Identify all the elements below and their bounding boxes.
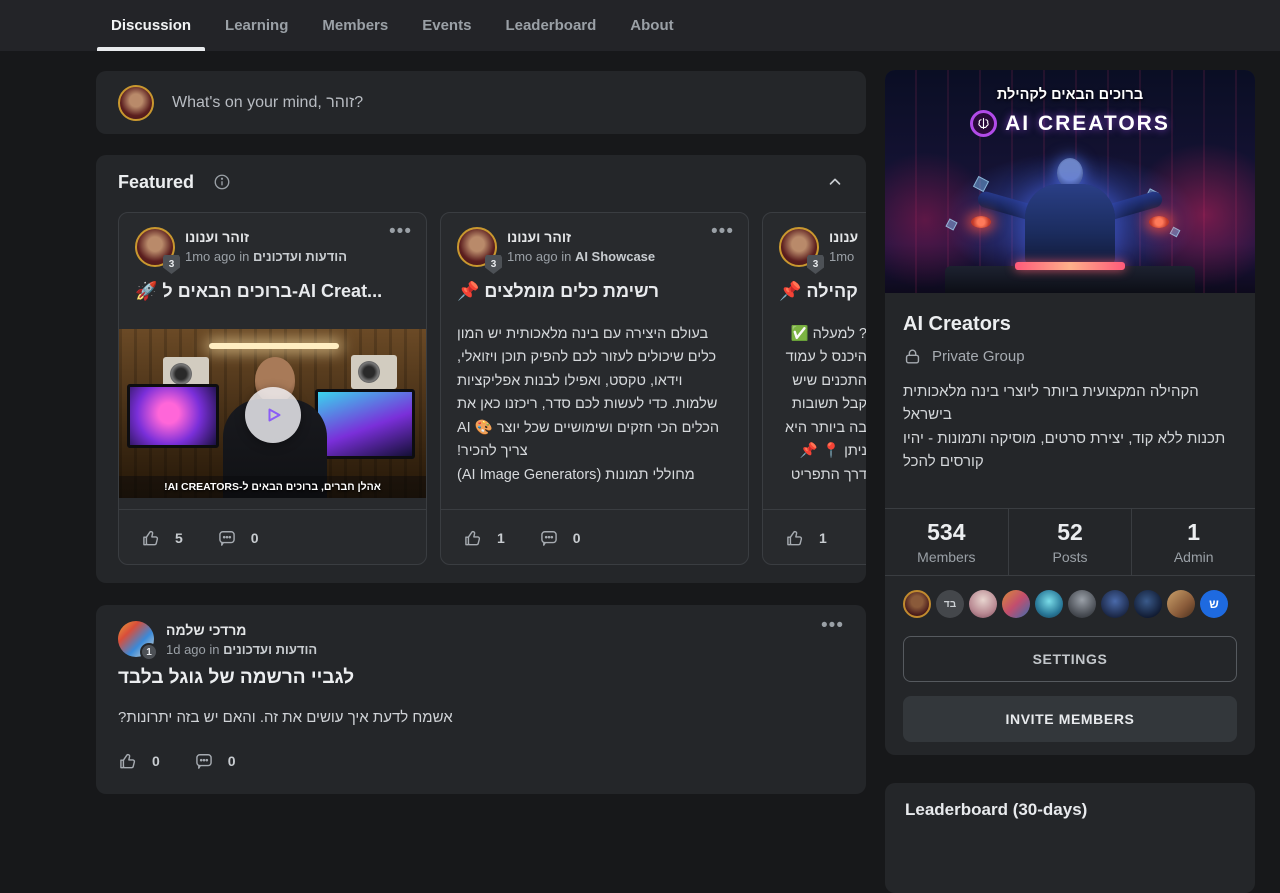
post-meta: 1d ago in הודעות ועדכונים xyxy=(166,642,317,657)
featured-card-community[interactable]: 3 ענונו 1mo 📌 קהילה ✅ למעלה ? היכנס ל עמ… xyxy=(762,212,866,565)
author-name[interactable]: זוהר וענונו xyxy=(507,229,571,245)
like-count: 5 xyxy=(175,530,183,546)
leaderboard-title: Leaderboard (30-days) xyxy=(905,800,1087,820)
post-footer: 0 0 xyxy=(118,751,256,771)
author-name[interactable]: ענונו xyxy=(829,229,858,245)
top-nav: Discussion Learning Members Events Leade… xyxy=(0,0,1280,51)
post-meta: 1mo ago in AI Showcase xyxy=(507,249,655,264)
post-footer: 1 0 xyxy=(441,509,748,565)
like-count: 0 xyxy=(152,753,160,769)
video-caption-bar: אהלן חברים, ברוכים הבאים ל-AI CREATORS! xyxy=(119,476,426,498)
like-icon[interactable] xyxy=(785,528,805,548)
composer-placeholder: What's on your mind, זוהר? xyxy=(172,94,363,112)
post-body: בעולם היצירה עם בינה מלאכותית יש המון כל… xyxy=(457,323,732,487)
comment-count: 0 xyxy=(251,530,259,546)
video-thumbnail[interactable]: אהלן חברים, ברוכים הבאים ל-AI CREATORS! xyxy=(119,329,426,498)
stat-members[interactable]: 534Members xyxy=(885,509,1008,575)
tab-members[interactable]: Members xyxy=(308,0,402,51)
member-avatar[interactable] xyxy=(1002,590,1030,618)
like-icon[interactable] xyxy=(463,528,483,548)
banner-welcome-text: ברוכים הבאים לקהילת xyxy=(885,87,1255,103)
post-composer[interactable]: What's on your mind, זוהר? xyxy=(96,71,866,134)
play-button[interactable] xyxy=(245,387,301,443)
stat-admins[interactable]: 1Admin xyxy=(1131,509,1255,575)
group-stats: 534Members 52Posts 1Admin xyxy=(885,509,1255,575)
banner-logo-row: AI CREATORS xyxy=(885,110,1255,137)
member-avatar[interactable] xyxy=(903,590,931,618)
privacy-label: Private Group xyxy=(932,348,1025,365)
post-title[interactable]: 📌 רשימת כלים מומלצים xyxy=(457,281,738,302)
settings-button[interactable]: SETTINGS xyxy=(903,636,1237,682)
more-options-icon[interactable]: ••• xyxy=(389,221,412,243)
avatar xyxy=(118,85,154,121)
more-options-icon[interactable]: ••• xyxy=(821,615,844,637)
featured-card-tools[interactable]: 3 זוהר וענונו 1mo ago in AI Showcase •••… xyxy=(440,212,749,565)
category-link[interactable]: הודעות ועדכונים xyxy=(253,249,347,264)
comment-count: 0 xyxy=(573,530,581,546)
comment-icon[interactable] xyxy=(539,528,559,548)
group-banner-image: ברוכים הבאים לקהילת AI CREATORS xyxy=(885,70,1255,293)
more-options-icon[interactable]: ••• xyxy=(711,221,734,243)
stat-posts[interactable]: 52Posts xyxy=(1008,509,1132,575)
member-avatar[interactable] xyxy=(1134,590,1162,618)
post-meta: 1mo xyxy=(829,249,854,264)
comment-icon[interactable] xyxy=(194,751,214,771)
group-name: AI Creators xyxy=(903,313,1011,336)
comment-count: 0 xyxy=(228,753,236,769)
post-meta: 1mo ago in הודעות ועדכונים xyxy=(185,249,347,264)
tab-events[interactable]: Events xyxy=(408,0,485,51)
member-avatars: בד ש xyxy=(903,590,1228,618)
like-count: 1 xyxy=(497,530,505,546)
author-name[interactable]: זוהר וענונו xyxy=(185,229,249,245)
video-caption: אהלן חברים, ברוכים הבאים ל-AI CREATORS! xyxy=(164,481,381,493)
like-icon[interactable] xyxy=(118,751,138,771)
post-body: אשמח לדעת איך עושים את זה. והאם יש בזה י… xyxy=(118,709,453,726)
member-avatar[interactable]: בד xyxy=(936,590,964,618)
featured-title: Featured xyxy=(118,172,194,193)
post-footer: 1 xyxy=(763,509,866,565)
member-avatar[interactable] xyxy=(1068,590,1096,618)
like-icon[interactable] xyxy=(141,528,161,548)
privacy-row: Private Group xyxy=(903,347,1025,366)
chevron-up-icon[interactable] xyxy=(826,173,844,191)
post-title[interactable]: 🚀 ברוכים הבאים ל-AI Creat... xyxy=(135,281,416,302)
banner-group-name: AI CREATORS xyxy=(1005,112,1170,136)
member-avatar[interactable] xyxy=(1101,590,1129,618)
category-link[interactable]: AI Showcase xyxy=(575,249,655,264)
level-badge: 3 xyxy=(485,255,502,274)
level-badge: 3 xyxy=(163,255,180,274)
member-avatar[interactable] xyxy=(1167,590,1195,618)
tab-leaderboard[interactable]: Leaderboard xyxy=(491,0,610,51)
member-avatar[interactable] xyxy=(1035,590,1063,618)
member-avatar[interactable] xyxy=(969,590,997,618)
level-badge: 3 xyxy=(807,255,824,274)
author-name[interactable]: מרדכי שלמה xyxy=(166,622,246,638)
post-title[interactable]: לגביי הרשמה של גוגל בלבד xyxy=(118,667,354,689)
featured-section: Featured 3 זוהר וענונו 1mo ago in הודעות… xyxy=(96,155,866,583)
featured-header: Featured xyxy=(96,155,866,212)
tab-about[interactable]: About xyxy=(616,0,687,51)
post-body: ✅ למעלה ? היכנס ל עמוד התכנים שיש קבל תש… xyxy=(776,323,866,487)
lock-icon xyxy=(903,347,922,366)
member-avatar[interactable]: ש xyxy=(1200,590,1228,618)
comment-icon[interactable] xyxy=(217,528,237,548)
info-icon[interactable] xyxy=(213,173,231,191)
group-description: הקהילה המקצועית ביותר ליוצרי בינה מלאכות… xyxy=(903,380,1237,473)
post-title[interactable]: 📌 קהילה xyxy=(779,281,866,302)
tab-learning[interactable]: Learning xyxy=(211,0,302,51)
like-count: 1 xyxy=(819,530,827,546)
group-info-card: ברוכים הבאים לקהילת AI CREATORS AI Creat… xyxy=(885,70,1255,755)
level-badge: 1 xyxy=(140,643,158,661)
category-link[interactable]: הודעות ועדכונים xyxy=(223,642,317,657)
featured-card-welcome[interactable]: 3 זוהר וענונו 1mo ago in הודעות ועדכונים… xyxy=(118,212,427,565)
brain-logo-icon xyxy=(970,110,997,137)
feed-post[interactable]: 1 מרדכי שלמה 1d ago in הודעות ועדכונים •… xyxy=(96,605,866,794)
leaderboard-card: Leaderboard (30-days) xyxy=(885,783,1255,893)
post-footer: 5 0 xyxy=(119,509,426,565)
invite-members-button[interactable]: INVITE MEMBERS xyxy=(903,696,1237,742)
tab-discussion[interactable]: Discussion xyxy=(97,0,205,51)
